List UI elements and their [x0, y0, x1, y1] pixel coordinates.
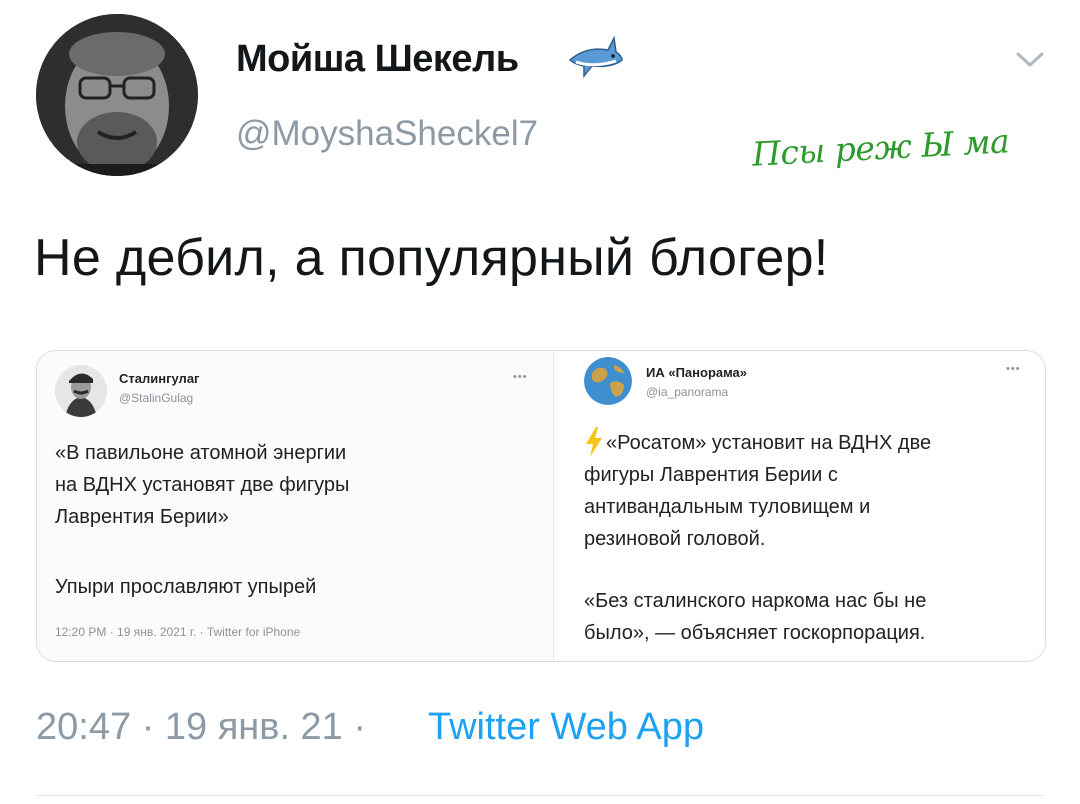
quote-left-line: Упыри прославляют упырей — [55, 576, 317, 598]
author-display-name[interactable]: Мойша Шекель — [236, 38, 519, 81]
stalingulag-avatar — [55, 365, 107, 417]
tweet-timestamp[interactable]: 20:47 · 19 янв. 21 · — [36, 706, 366, 749]
quote-right-line: резиновой головой. — [584, 528, 766, 550]
tweet-source-link[interactable]: Twitter Web App — [428, 706, 704, 749]
chevron-down-icon[interactable] — [1014, 48, 1046, 70]
author-avatar[interactable] — [36, 14, 198, 176]
quote-left-line: на ВДНХ установят две фигуры — [55, 474, 350, 496]
quote-right-line: «Без сталинского наркома нас бы не — [584, 590, 927, 612]
quote-left-line: Лаврентия Берии» — [55, 506, 229, 528]
quote-left-meta: 12:20 PM · 19 янв. 2021 г. · Twitter for… — [55, 625, 301, 639]
more-icon: ••• — [513, 371, 528, 383]
quote-right-line: антивандальным туловищем и — [584, 496, 871, 518]
quote-right-line: было», — объясняет госкорпорация. — [584, 622, 926, 644]
panorama-handle: @ia_panorama — [646, 385, 729, 399]
author-handle[interactable]: @MoyshaSheckel7 — [236, 114, 538, 154]
quoted-tweet-right: ИА «Панорама» @ia_panorama ••• «Росатом»… — [553, 351, 1045, 661]
more-icon: ••• — [1006, 363, 1021, 375]
tweet-image[interactable]: Сталингулаг @StalinGulag ••• «В павильон… — [36, 350, 1046, 662]
quote-left-line: «В павильоне атомной энергии — [55, 442, 347, 464]
stalingulag-handle: @StalinGulag — [119, 391, 194, 405]
stalingulag-name: Сталингулаг — [119, 371, 200, 386]
quoted-tweet-left: Сталингулаг @StalinGulag ••• «В павильон… — [37, 351, 553, 661]
quote-right-line: фигуры Лаврентия Берии с — [584, 464, 838, 486]
shark-icon — [566, 34, 624, 79]
lightning-icon — [584, 427, 604, 457]
quote-right-line: «Росатом» установит на ВДНХ две — [606, 432, 932, 454]
panorama-name: ИА «Панорама» — [646, 365, 748, 380]
divider — [36, 795, 1044, 796]
watermark: Псы реж Ы ма — [751, 121, 1011, 174]
tweet-text: Не дебил, а популярный блогер! — [34, 229, 829, 287]
globe-icon — [584, 357, 632, 405]
